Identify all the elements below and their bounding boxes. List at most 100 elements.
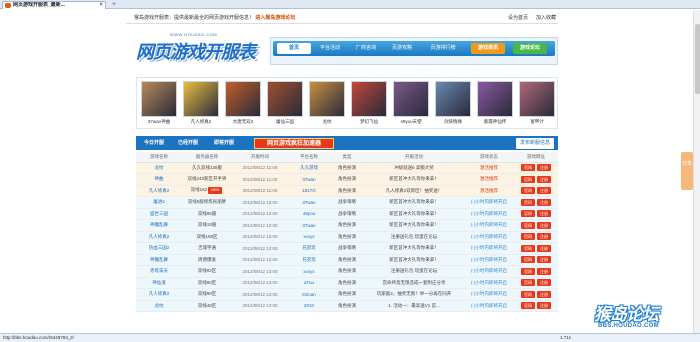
nav-news-button[interactable]: 游戏资讯 [471,43,505,54]
game-thumb[interactable]: 富甲计 [519,81,555,128]
game-thumb-caption[interactable]: 49you天使 [393,119,429,125]
game-thumb-caption[interactable]: 龙纹 [309,119,345,125]
game-thumb-caption[interactable]: 屠仙三国 [267,119,303,125]
cell-game[interactable]: 凡人修真2 [149,291,170,296]
set-home-link[interactable]: 设为首页 [508,12,528,24]
register-button[interactable]: 注册 [537,164,551,172]
register-button[interactable]: 注册 [537,233,551,241]
register-button[interactable]: 注册 [537,187,551,195]
cell-platform[interactable]: 49you [303,211,315,216]
cell-platform[interactable]: 91loan [302,292,316,297]
official-site-button[interactable]: 官网 [521,198,535,206]
tab-today[interactable]: 今日开服 [144,136,164,150]
cell-game[interactable]: 热血三国2 [149,245,170,250]
official-site-button[interactable]: 官网 [521,175,535,183]
cell-game[interactable]: 神曲 [155,176,164,181]
register-button[interactable]: 注册 [537,302,551,310]
cell-platform[interactable]: 兄弟玩 [302,257,316,262]
site-logo[interactable]: WWW.HOUDAO.COM 网页游戏开服表 [136,32,256,62]
game-thumb-caption[interactable]: 梦幻飞仙 [351,119,387,125]
nav-guides[interactable]: 页游攻略 [385,43,419,54]
nav-forum-button[interactable]: 游戏论坛 [513,43,547,54]
game-thumb[interactable]: 紫霞神仙传 [477,81,513,128]
register-button[interactable]: 注册 [537,198,551,206]
nav-home[interactable]: 首页 [277,43,311,54]
cell-platform[interactable]: 37wan [302,200,315,205]
game-thumb-image[interactable] [351,81,387,117]
register-button[interactable]: 注册 [537,244,551,252]
share-float-button[interactable]: 分享 [681,152,693,190]
official-site-button[interactable]: 官网 [521,290,535,298]
game-thumb[interactable]: 屠仙三国 [267,81,303,128]
scrollbar[interactable] [693,10,700,333]
scrollbar-thumb[interactable] [695,24,700,94]
cell-platform[interactable]: 兄弟玩 [302,245,316,250]
official-site-button[interactable]: 官网 [521,244,535,252]
game-thumb-caption[interactable]: 37wan神曲 [141,119,177,125]
game-thumb-image[interactable] [435,81,471,117]
cell-game[interactable]: 龙纹 [155,165,164,170]
cell-platform[interactable]: 37wan [302,177,315,182]
game-thumb-image[interactable] [519,81,555,117]
game-thumb-image[interactable] [309,81,345,117]
game-thumb[interactable]: 梦幻飞仙 [351,81,387,128]
accelerator-banner[interactable]: 网页游戏疯狂加速器 [254,138,334,149]
game-thumb[interactable]: 37wan神曲 [141,81,177,128]
cell-platform[interactable]: 2010 [304,303,314,308]
nav-platform-events[interactable]: 平台活动 [313,43,347,54]
cell-game[interactable]: 龙纹 [155,303,164,308]
cell-platform[interactable]: 37wan [302,223,315,228]
game-thumb-image[interactable] [183,81,219,117]
cell-game[interactable]: 神魔乱舞 [150,222,168,227]
nav-ranking[interactable]: 页游排行榜 [423,43,463,54]
tab-opened[interactable]: 已经开服 [178,136,198,150]
official-site-button[interactable]: 官网 [521,279,535,287]
game-thumb[interactable]: 49you天使 [393,81,429,128]
register-button[interactable]: 注册 [537,221,551,229]
zoom-level[interactable]: 1.71s [560,334,571,342]
tab-upcoming[interactable]: 即将开服 [214,136,234,150]
official-site-button[interactable]: 官网 [521,164,535,172]
game-thumb-image[interactable] [477,81,513,117]
official-site-button[interactable]: 官网 [521,187,535,195]
cell-game[interactable]: 神魔乱舞 [150,257,168,262]
game-thumb-image[interactable] [141,81,177,117]
game-thumb[interactable]: 大唐无双2 [225,81,261,128]
game-thumb[interactable]: 剑侠情缘 [435,81,471,128]
cell-game[interactable]: 盛世三国 [150,211,168,216]
register-button[interactable]: 注册 [537,256,551,264]
official-site-button[interactable]: 官网 [521,302,535,310]
nav-vendor-news[interactable]: 厂商咨询 [349,43,383,54]
publish-server-button[interactable]: 发布新服信息 [516,138,554,149]
game-thumb-caption[interactable]: 紫霞神仙传 [477,119,513,125]
cell-platform[interactable]: 1817G [302,188,316,193]
game-thumb-caption[interactable]: 富甲计 [519,119,555,125]
browser-tab[interactable]: 网页游戏开服表_最新... × [2,1,106,9]
new-tab-button[interactable]: + [110,1,118,8]
official-site-button[interactable]: 官网 [521,210,535,218]
cell-game[interactable]: 神仙道 [152,280,166,285]
game-thumb-image[interactable] [225,81,261,117]
register-button[interactable]: 注册 [537,290,551,298]
cell-game[interactable]: 凡人修真2 [149,234,170,239]
game-thumb-image[interactable] [267,81,303,117]
game-thumb-image[interactable] [393,81,429,117]
game-thumb-caption[interactable]: 大唐无双2 [225,119,261,125]
cell-platform[interactable]: aTuu [304,280,314,285]
game-thumb-caption[interactable]: 剑侠情缘 [435,119,471,125]
cell-platform[interactable]: 久久游戏 [300,165,318,170]
official-site-button[interactable]: 官网 [521,221,535,229]
register-button[interactable]: 注册 [537,267,551,275]
game-thumb[interactable]: 凡人修真2 [183,81,219,128]
forum-link[interactable]: 进入猴岛游戏论坛 [255,15,295,21]
register-button[interactable]: 注册 [537,279,551,287]
favorite-link[interactable]: 加入收藏 [536,12,556,24]
cell-game[interactable]: 屠进2 [153,199,165,204]
game-thumb-caption[interactable]: 凡人修真2 [183,119,219,125]
cell-game[interactable]: 赤炼诛天 [150,268,168,273]
official-site-button[interactable]: 官网 [521,233,535,241]
cell-platform[interactable]: xxxyx [303,269,314,274]
close-icon[interactable]: × [99,2,103,9]
register-button[interactable]: 注册 [537,210,551,218]
official-site-button[interactable]: 官网 [521,267,535,275]
